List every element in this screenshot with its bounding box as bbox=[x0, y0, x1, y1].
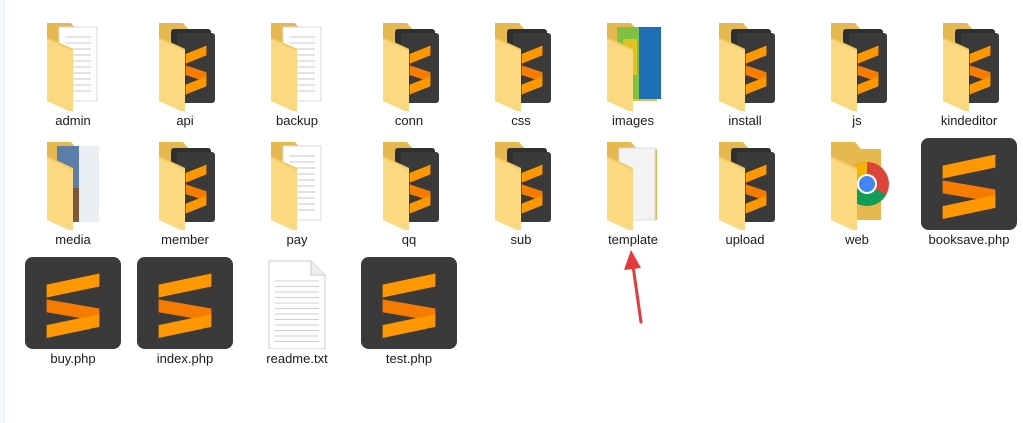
folder-item[interactable]: install bbox=[689, 17, 801, 135]
folder-item[interactable]: kindeditor bbox=[913, 17, 1023, 135]
folder-sublime-icon bbox=[471, 19, 571, 111]
file-item[interactable]: buy.php bbox=[17, 255, 129, 373]
file-item[interactable]: test.php bbox=[353, 255, 465, 373]
file-item[interactable]: booksave.php bbox=[913, 136, 1023, 254]
item-label: kindeditor bbox=[940, 113, 998, 128]
folder-item[interactable]: backup bbox=[241, 17, 353, 135]
folder-plain-icon bbox=[583, 138, 683, 230]
folder-sublime-icon bbox=[471, 138, 571, 230]
item-label: images bbox=[612, 113, 654, 128]
folder-item[interactable]: media bbox=[17, 136, 129, 254]
folder-item[interactable]: admin bbox=[17, 17, 129, 135]
item-label: backup bbox=[276, 113, 318, 128]
folder-item[interactable]: upload bbox=[689, 136, 801, 254]
item-label: template bbox=[608, 232, 658, 247]
folder-sublime-icon bbox=[359, 19, 459, 111]
folder-item[interactable]: qq bbox=[353, 136, 465, 254]
folder-item[interactable]: conn bbox=[353, 17, 465, 135]
item-label: test.php bbox=[385, 351, 433, 366]
sublime-file-icon bbox=[359, 257, 459, 349]
folder-sublime-icon bbox=[359, 138, 459, 230]
item-label: admin bbox=[55, 113, 91, 128]
item-label: qq bbox=[401, 232, 417, 247]
folder-item[interactable]: pay bbox=[241, 136, 353, 254]
item-label: api bbox=[176, 113, 194, 128]
sublime-file-icon bbox=[135, 257, 235, 349]
folder-item[interactable]: member bbox=[129, 136, 241, 254]
file-item[interactable]: index.php bbox=[129, 255, 241, 373]
item-label: media bbox=[55, 232, 91, 247]
item-label: conn bbox=[394, 113, 424, 128]
folder-sublime-icon bbox=[135, 138, 235, 230]
item-label: web bbox=[845, 232, 869, 247]
folder-document-icon bbox=[247, 19, 347, 111]
folder-sublime-icon bbox=[135, 19, 235, 111]
pane-left-edge bbox=[0, 0, 5, 423]
folder-chrome-icon bbox=[807, 138, 907, 230]
folder-item[interactable]: web bbox=[801, 136, 913, 254]
folder-photo-icon bbox=[23, 138, 123, 230]
item-label: booksave.php bbox=[928, 232, 1010, 247]
folder-document-icon bbox=[23, 19, 123, 111]
sublime-file-icon bbox=[919, 138, 1019, 230]
text-file-icon bbox=[247, 257, 347, 349]
folder-item[interactable]: api bbox=[129, 17, 241, 135]
item-label: member bbox=[161, 232, 209, 247]
item-label: sub bbox=[510, 232, 532, 247]
item-label: index.php bbox=[156, 351, 214, 366]
folder-item[interactable]: images bbox=[577, 17, 689, 135]
sublime-file-icon bbox=[23, 257, 123, 349]
folder-item[interactable]: css bbox=[465, 17, 577, 135]
file-item[interactable]: readme.txt bbox=[241, 255, 353, 373]
folder-sublime-icon bbox=[807, 19, 907, 111]
folder-sublime-icon bbox=[695, 138, 795, 230]
folder-document-icon bbox=[247, 138, 347, 230]
folder-item[interactable]: template bbox=[577, 136, 689, 254]
folder-item[interactable]: js bbox=[801, 17, 913, 135]
folder-sublime-icon bbox=[695, 19, 795, 111]
item-label: readme.txt bbox=[266, 351, 328, 366]
item-label: pay bbox=[286, 232, 308, 247]
folder-item[interactable]: sub bbox=[465, 136, 577, 254]
folder-sublime-icon bbox=[919, 19, 1019, 111]
item-label: install bbox=[728, 113, 762, 128]
item-label: css bbox=[511, 113, 531, 128]
item-label: js bbox=[852, 113, 862, 128]
item-label: upload bbox=[725, 232, 765, 247]
item-label: buy.php bbox=[50, 351, 96, 366]
folder-image-icon bbox=[583, 19, 683, 111]
